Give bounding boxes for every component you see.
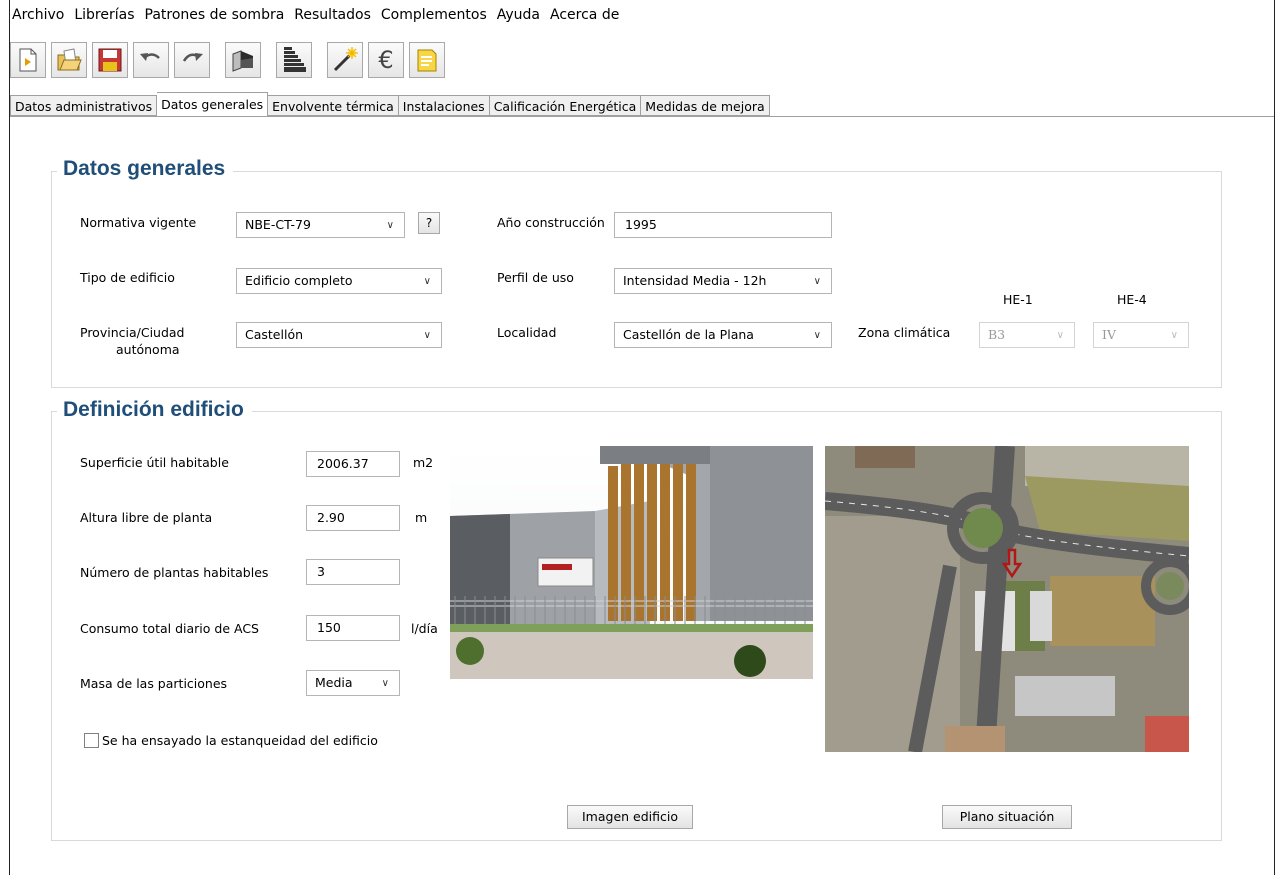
new-file-icon [19, 48, 37, 72]
menu-ayuda[interactable]: Ayuda [492, 7, 545, 23]
energy-rating-icon [284, 47, 306, 72]
tipo-edificio-select[interactable]: Edificio completo ∨ [236, 268, 442, 294]
chevron-down-icon: ∨ [1056, 330, 1064, 341]
perfil-uso-select[interactable]: Intensidad Media - 12h ∨ [614, 268, 832, 294]
magic-wand-icon [333, 47, 358, 72]
plantas-label: Número de plantas habitables [80, 565, 269, 580]
normativa-value: NBE-CT-79 [245, 217, 311, 232]
definicion-edificio-title: Definición edificio [57, 398, 252, 422]
altura-unit: m [415, 510, 428, 525]
new-file-button[interactable] [10, 42, 46, 78]
menu-librerias[interactable]: Librerías [69, 7, 139, 23]
anio-construccion-input[interactable]: 1995 [614, 212, 832, 238]
tab-datos-administrativos[interactable]: Datos administrativos [10, 95, 158, 116]
localidad-label: Localidad [497, 325, 557, 340]
tab-strip: Datos administrativos Datos generales En… [10, 92, 770, 117]
report-icon [417, 49, 437, 72]
plantas-input[interactable]: 3 [306, 559, 400, 585]
he4-label: HE-4 [1117, 292, 1147, 307]
estanqueidad-checkbox[interactable] [84, 733, 99, 748]
undo-button[interactable] [133, 42, 169, 78]
zona-he1-select[interactable]: B3 ∨ [979, 322, 1075, 348]
zona-he4-select[interactable]: IV ∨ [1093, 322, 1189, 348]
localidad-value: Castellón de la Plana [623, 327, 754, 342]
toolbar: € [10, 39, 450, 81]
zona-he1-value: B3 [988, 327, 1006, 342]
chevron-down-icon: ∨ [381, 678, 389, 689]
tab-datos-generales[interactable]: Datos generales [157, 92, 269, 116]
zona-climatica-label: Zona climática [858, 325, 951, 340]
save-button[interactable] [92, 42, 128, 78]
masa-value: Media [315, 675, 353, 690]
masa-select[interactable]: Media ∨ [306, 670, 400, 696]
chevron-down-icon: ∨ [1170, 330, 1178, 341]
he1-label: HE-1 [1003, 292, 1033, 307]
imagen-edificio-button[interactable]: Imagen edificio [567, 805, 693, 829]
open-folder-icon [57, 48, 82, 71]
save-icon [98, 48, 122, 72]
chevron-down-icon: ∨ [386, 220, 394, 231]
chevron-down-icon: ∨ [423, 330, 431, 341]
menu-archivo[interactable]: Archivo [10, 7, 69, 23]
menu-acerca-de[interactable]: Acerca de [545, 7, 624, 23]
undo-icon [140, 53, 160, 61]
building-3d-icon [232, 50, 253, 72]
normativa-label: Normativa vigente [80, 215, 197, 230]
menu-patrones-sombra[interactable]: Patrones de sombra [140, 7, 290, 23]
plano-situacion-button[interactable]: Plano situación [942, 805, 1072, 829]
masa-label: Masa de las particiones [80, 676, 228, 691]
acs-input[interactable]: 150 [306, 615, 400, 641]
redo-button[interactable] [174, 42, 210, 78]
provincia-label-line1: Provincia/Ciudad [80, 325, 185, 340]
localidad-select[interactable]: Castellón de la Plana ∨ [614, 322, 832, 348]
zona-he4-value: IV [1102, 327, 1116, 342]
location-map-image [825, 446, 1189, 752]
estanqueidad-label: Se ha ensayado la estanqueidad del edifi… [102, 733, 378, 748]
altura-label: Altura libre de planta [80, 510, 213, 525]
chevron-down-icon: ∨ [423, 276, 431, 287]
chevron-down-icon: ∨ [813, 330, 821, 341]
superficie-input[interactable]: 2006.37 [306, 451, 400, 477]
provincia-label-line2: autónoma [116, 342, 180, 357]
redo-icon [182, 53, 203, 62]
tipo-edificio-value: Edificio completo [245, 273, 353, 288]
chevron-down-icon: ∨ [813, 276, 821, 287]
building-image [450, 446, 813, 679]
report-button[interactable] [409, 42, 445, 78]
menu-resultados[interactable]: Resultados [289, 7, 376, 23]
tab-calificacion-energetica[interactable]: Calificación Energética [489, 95, 642, 116]
datos-generales-title: Datos generales [57, 157, 234, 181]
tab-instalaciones[interactable]: Instalaciones [398, 95, 490, 116]
altura-input[interactable]: 2.90 [306, 505, 400, 531]
tab-envolvente-termica[interactable]: Envolvente térmica [268, 95, 399, 116]
acs-unit: l/día [411, 621, 438, 636]
anio-construccion-label: Año construcción [497, 215, 605, 230]
superficie-unit: m2 [413, 455, 434, 470]
magic-wand-button[interactable] [327, 42, 363, 78]
perfil-uso-value: Intensidad Media - 12h [623, 273, 767, 288]
euro-button[interactable]: € [368, 42, 404, 78]
normativa-help-button[interactable]: ? [418, 212, 440, 234]
tipo-edificio-label: Tipo de edificio [80, 270, 175, 285]
euro-icon: € [378, 46, 394, 74]
open-button[interactable] [51, 42, 87, 78]
provincia-select[interactable]: Castellón ∨ [236, 322, 442, 348]
building-3d-button[interactable] [225, 42, 261, 78]
provincia-value: Castellón [245, 327, 304, 342]
perfil-uso-label: Perfil de uso [497, 270, 574, 285]
superficie-label: Superficie útil habitable [80, 455, 229, 470]
tab-medidas-de-mejora[interactable]: Medidas de mejora [641, 95, 770, 116]
energy-rating-button[interactable] [276, 42, 312, 78]
normativa-select[interactable]: NBE-CT-79 ∨ [236, 212, 405, 238]
menu-bar: Archivo Librerías Patrones de sombra Res… [10, 0, 1274, 30]
acs-label: Consumo total diario de ACS [80, 621, 259, 636]
menu-complementos[interactable]: Complementos [376, 7, 492, 23]
